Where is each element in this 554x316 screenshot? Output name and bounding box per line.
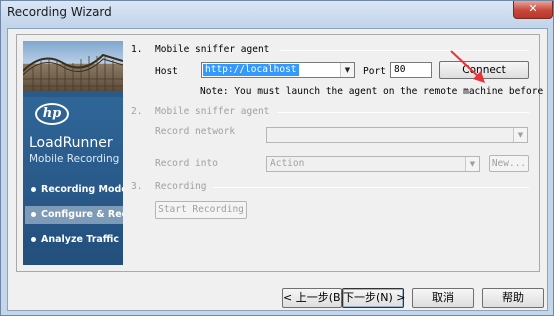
red-arrow-icon: [450, 50, 485, 83]
chevron-down-icon[interactable]: ▼: [340, 63, 354, 77]
section1-title: Mobile sniffer agent: [155, 44, 270, 55]
host-combo[interactable]: http://localhost ▼: [201, 62, 355, 78]
record-network-combo[interactable]: ▼: [266, 127, 528, 143]
chevron-down-icon[interactable]: ▼: [465, 157, 479, 171]
host-combo-value: http://localhost: [203, 64, 299, 76]
content-frame: hp LoadRunner Mobile Recording Recording…: [16, 34, 544, 272]
section2-divider: [277, 112, 529, 113]
close-button[interactable]: ✕: [513, 1, 553, 19]
record-network-label: Record network: [155, 126, 236, 137]
step-analyze-traffic: Analyze Traffic: [25, 231, 123, 249]
recording-wizard-window: Recording Wizard ✕ hp LoadRunner Mobile …: [0, 0, 554, 316]
record-into-combo[interactable]: Action ▼: [266, 156, 480, 172]
help-button-label: 帮助: [502, 291, 524, 304]
start-recording-button[interactable]: Start Recording: [155, 201, 247, 219]
step-recording-mode: Recording Mode: [25, 181, 123, 199]
port-field-value: 80: [394, 64, 406, 75]
bullet-icon: [31, 212, 36, 217]
record-network-value: [268, 129, 272, 141]
hp-logo: hp: [35, 103, 69, 125]
title-bar[interactable]: Recording Wizard ✕: [1, 1, 553, 27]
record-into-label: Record into: [155, 158, 218, 169]
window-title: Recording Wizard: [7, 5, 112, 19]
section3-title: Recording: [155, 181, 207, 192]
wizard-client-area: hp LoadRunner Mobile Recording Recording…: [7, 28, 548, 311]
step-label: Configure & Record: [41, 209, 123, 220]
section3-divider: [213, 187, 529, 188]
step-label: Recording Mode: [41, 184, 123, 195]
roller-coaster-image: [23, 41, 123, 91]
next-button[interactable]: 下一步(N) >: [342, 288, 406, 308]
cancel-button[interactable]: 取消: [412, 288, 474, 308]
bullet-icon: [31, 237, 36, 242]
start-recording-button-label: Start Recording: [158, 204, 244, 215]
roller-coaster-illustration: [23, 53, 123, 91]
port-label: Port: [363, 66, 386, 77]
step-configure-record: Configure & Record: [25, 206, 123, 224]
back-button[interactable]: < 上一步(B): [282, 288, 345, 308]
close-icon: ✕: [528, 2, 538, 15]
section1-number: 1.: [131, 44, 143, 55]
new-action-button-label: New...: [491, 158, 527, 169]
section1-divider: [281, 50, 529, 51]
brand-body: hp LoadRunner Mobile Recording Recording…: [23, 97, 123, 265]
product-subtitle: Mobile Recording: [29, 153, 120, 165]
host-label: Host: [155, 66, 178, 77]
section3-number: 3.: [131, 181, 143, 192]
chevron-down-icon[interactable]: ▼: [513, 128, 527, 142]
section2-number: 2.: [131, 106, 143, 117]
cancel-button-label: 取消: [432, 291, 454, 304]
new-action-button[interactable]: New...: [489, 155, 529, 172]
brand-panel: hp LoadRunner Mobile Recording Recording…: [23, 41, 123, 265]
port-field[interactable]: 80: [390, 62, 432, 78]
bullet-icon: [31, 187, 36, 192]
help-button[interactable]: 帮助: [482, 288, 544, 308]
step-label: Analyze Traffic: [41, 234, 120, 245]
back-button-label: < 上一步(B): [283, 291, 345, 304]
section2-title: Mobile sniffer agent: [155, 106, 270, 117]
launch-note: Note: You must launch the agent on the r…: [200, 86, 544, 97]
record-into-value: Action: [270, 158, 305, 169]
product-name: LoadRunner: [29, 135, 113, 151]
next-button-label: 下一步(N) >: [343, 291, 406, 304]
